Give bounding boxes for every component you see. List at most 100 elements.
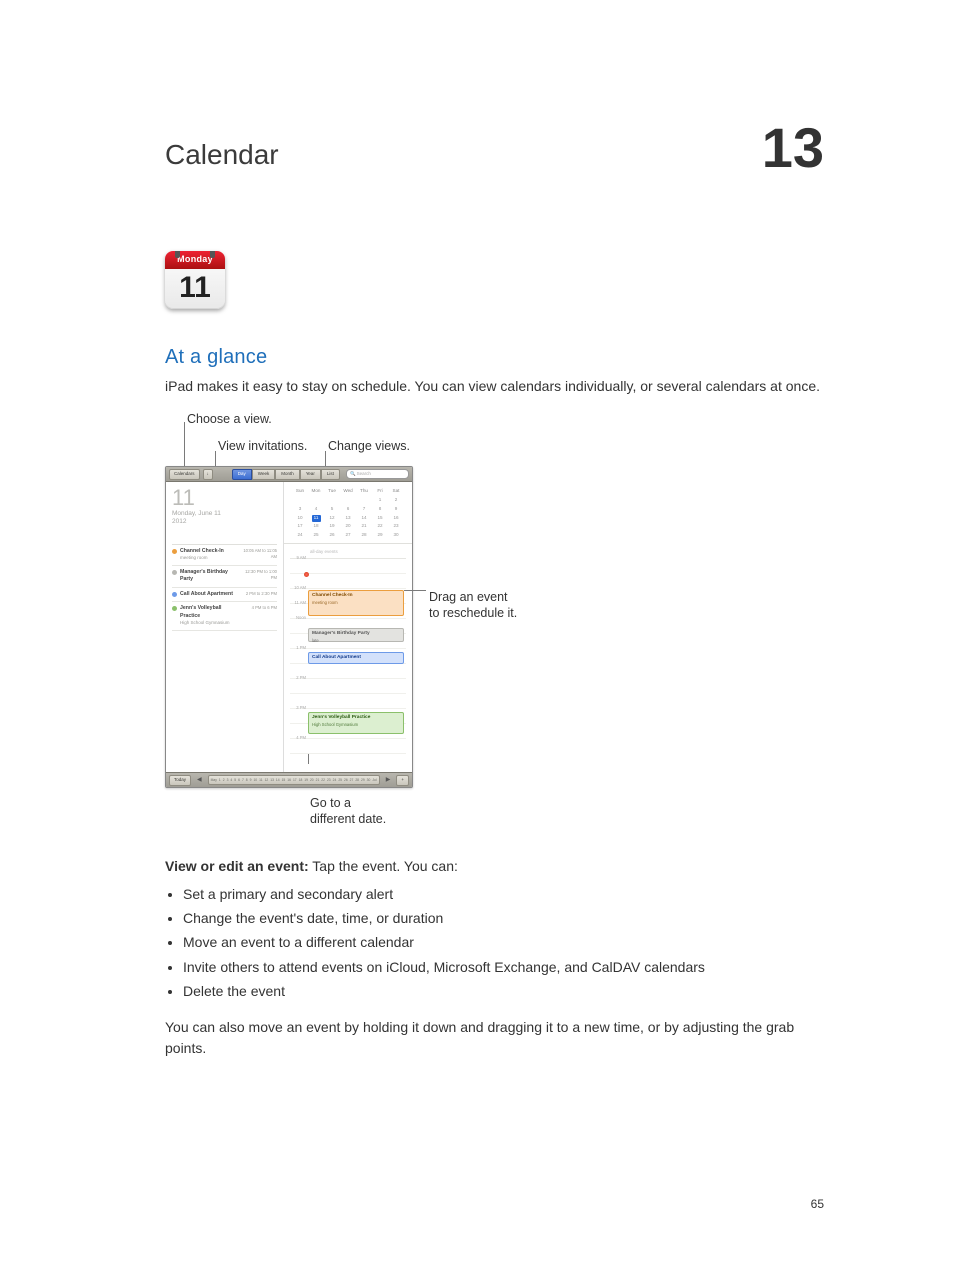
minical-day[interactable]: 18 <box>308 523 324 530</box>
minical-day[interactable] <box>340 497 356 504</box>
callout-choose-view: Choose a view. <box>187 410 272 428</box>
minical-day[interactable] <box>292 497 308 504</box>
screenshot: Calendars ↓ DayWeekMonthYearList 🔍 Searc… <box>165 466 413 788</box>
minical-day[interactable]: 23 <box>388 523 404 530</box>
minical-day[interactable]: 8 <box>372 506 388 513</box>
minical-day[interactable]: 30 <box>388 532 404 539</box>
view-tab-month[interactable]: Month <box>275 469 300 480</box>
calendars-button[interactable]: Calendars <box>169 469 200 480</box>
bullet-list: Set a primary and secondary alert Change … <box>165 884 824 1001</box>
view-tab-list[interactable]: List <box>321 469 340 480</box>
invitations-button[interactable]: ↓ <box>203 469 213 480</box>
chapter-title: Calendar <box>165 135 279 176</box>
date-slider[interactable]: May1234567891011121314151617181920212223… <box>208 775 380 785</box>
minical-header: Tue <box>324 488 340 495</box>
callout-drag-event: Drag an event to reschedule it. <box>429 590 517 621</box>
minical-day[interactable]: 5 <box>324 506 340 513</box>
top-callouts: Choose a view. View invitations. Change … <box>165 410 585 466</box>
intro-paragraph: iPad makes it easy to stay on schedule. … <box>165 376 824 396</box>
bullet-item: Change the event's date, time, or durati… <box>183 908 824 928</box>
minical-day[interactable]: 16 <box>388 515 404 522</box>
list-item[interactable]: Jenn's Volleyball PracticeHigh School Gy… <box>172 602 277 631</box>
minical-header: Sun <box>292 488 308 495</box>
calendar-dot-icon <box>172 606 177 611</box>
event-block[interactable]: Manager's Birthday Party late <box>308 628 404 642</box>
minical-day[interactable]: 22 <box>372 523 388 530</box>
big-day-number: 11 <box>172 488 277 508</box>
callout-view-invitations: View invitations. <box>218 437 307 455</box>
search-input[interactable]: 🔍 Search <box>346 469 409 479</box>
view-tab-day[interactable]: Day <box>232 469 252 480</box>
bottom-toolbar: Today ◀ May12345678910111213141516171819… <box>166 772 412 787</box>
list-item[interactable]: Call About Apartment2 PM to 2:30 PM <box>172 588 277 603</box>
minical-day[interactable]: 1 <box>372 497 388 504</box>
minical-day[interactable]: 26 <box>324 532 340 539</box>
chapter-number: 13 <box>762 120 824 176</box>
search-icon: 🔍 <box>350 471 356 478</box>
list-item[interactable]: Manager's Birthday Party12:30 PM to 1:00… <box>172 566 277 588</box>
calendar-icon-weekday: Monday <box>165 251 225 269</box>
list-item[interactable]: Channel Check-Inmeeting room10:05 AM to … <box>172 545 277 566</box>
search-placeholder: Search <box>357 471 371 478</box>
view-tab-year[interactable]: Year <box>300 469 321 480</box>
calendar-app-icon: Monday 11 <box>165 251 225 315</box>
minical-day[interactable]: 24 <box>292 532 308 539</box>
section-heading: At a glance <box>165 343 824 372</box>
callout-goto-date: Go to a different date. <box>310 796 585 827</box>
toolbar: Calendars ↓ DayWeekMonthYearList 🔍 Searc… <box>166 467 412 482</box>
view-segmented-control[interactable]: DayWeekMonthYearList <box>232 469 340 480</box>
bullet-item: Invite others to attend events on iCloud… <box>183 957 824 977</box>
bullet-item: Set a primary and secondary alert <box>183 884 824 904</box>
minical-day[interactable]: 7 <box>356 506 372 513</box>
minical-day[interactable]: 10 <box>292 515 308 522</box>
prev-arrow-icon[interactable]: ◀ <box>194 776 205 785</box>
minical-day[interactable]: 29 <box>372 532 388 539</box>
minical-header: Sat <box>388 488 404 495</box>
minical-day[interactable]: 19 <box>324 523 340 530</box>
minical-day[interactable] <box>308 497 324 504</box>
event-block[interactable]: Jenn's Volleyball Practice High School G… <box>308 712 404 734</box>
calendar-dot-icon <box>172 570 177 575</box>
leader-line <box>325 451 326 466</box>
minical-day[interactable]: 4 <box>308 506 324 513</box>
callout-change-views: Change views. <box>328 437 410 455</box>
minical-day[interactable] <box>356 497 372 504</box>
event-block[interactable]: Call About Apartment <box>308 652 404 664</box>
minical-day[interactable]: 25 <box>308 532 324 539</box>
view-tab-week[interactable]: Week <box>252 469 275 480</box>
minical-day[interactable]: 28 <box>356 532 372 539</box>
allday-row: all-day events <box>290 546 406 559</box>
minical-header: Fri <box>372 488 388 495</box>
minical-day[interactable]: 13 <box>340 515 356 522</box>
calendar-icon-day: 11 <box>165 269 225 307</box>
minical-day[interactable]: 12 <box>324 515 340 522</box>
minical-day[interactable]: 6 <box>340 506 356 513</box>
minical-day[interactable]: 15 <box>372 515 388 522</box>
next-arrow-icon[interactable]: ▶ <box>383 776 394 785</box>
minical-day[interactable]: 2 <box>388 497 404 504</box>
minical-day[interactable]: 9 <box>388 506 404 513</box>
calendar-dot-icon <box>172 592 177 597</box>
minical-day[interactable]: 17 <box>292 523 308 530</box>
minical-day[interactable]: 11 <box>312 515 321 522</box>
event-list: Channel Check-Inmeeting room10:05 AM to … <box>172 544 277 631</box>
date-string: Monday, June 11 2012 <box>172 510 277 526</box>
minical-day[interactable]: 21 <box>356 523 372 530</box>
leader-line <box>308 754 309 764</box>
calendar-dot-icon <box>172 549 177 554</box>
figure: Choose a view. View invitations. Change … <box>165 410 585 827</box>
mini-calendar[interactable]: SunMonTueWedThuFriSat1234567891011121314… <box>284 482 412 544</box>
minical-day[interactable]: 14 <box>356 515 372 522</box>
minical-day[interactable] <box>324 497 340 504</box>
minical-day[interactable]: 3 <box>292 506 308 513</box>
day-timeline[interactable]: all-day events 9 AM 10 AM Channel Check-… <box>284 544 412 772</box>
add-event-button[interactable]: + <box>396 775 409 786</box>
leader-line <box>404 590 426 591</box>
minical-day[interactable]: 20 <box>340 523 356 530</box>
page-number: 65 <box>811 1196 824 1213</box>
minical-header: Thu <box>356 488 372 495</box>
minical-day[interactable]: 27 <box>340 532 356 539</box>
action-line: View or edit an event: Tap the event. Yo… <box>165 856 824 876</box>
minical-header: Mon <box>308 488 324 495</box>
today-button[interactable]: Today <box>169 775 191 786</box>
